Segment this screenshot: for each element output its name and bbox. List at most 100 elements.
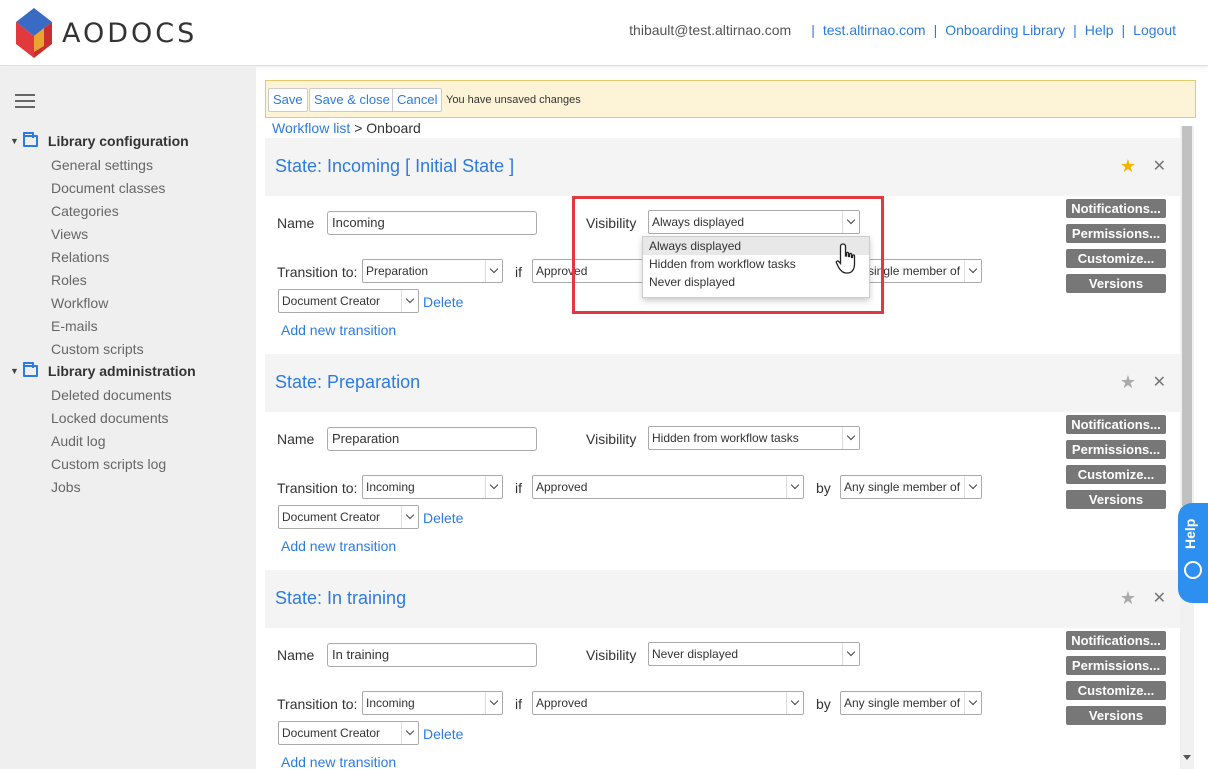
sidebar-item-roles[interactable]: Roles: [51, 272, 87, 288]
help-tab-label: Help: [1182, 518, 1198, 549]
breadcrumb: Workflow list > Onboard: [272, 120, 421, 136]
help-tab[interactable]: Help: [1178, 503, 1208, 603]
chevron-down-icon[interactable]: [485, 476, 502, 498]
state-name-input[interactable]: Preparation: [327, 427, 537, 451]
close-icon[interactable]: ✕: [1153, 156, 1166, 176]
versions-button[interactable]: Versions: [1066, 706, 1166, 725]
transition-target-value: Preparation: [366, 264, 429, 278]
sidebar-group-library-administration[interactable]: ▼ Library administration: [10, 362, 196, 379]
state-header: State: Incoming [ Initial State ] ★ ✕: [265, 138, 1180, 196]
visibility-select[interactable]: Hidden from workflow tasks: [648, 426, 860, 450]
sidebar-item-custom-scripts-log[interactable]: Custom scripts log: [51, 456, 166, 472]
transition-target-select[interactable]: Incoming: [362, 475, 503, 499]
sidebar-item-emails[interactable]: E-mails: [51, 318, 98, 334]
versions-button[interactable]: Versions: [1066, 490, 1166, 509]
add-transition-link[interactable]: Add new transition: [281, 754, 396, 769]
state-header: State: Preparation ★ ✕: [265, 354, 1180, 412]
library-link[interactable]: Onboarding Library: [945, 22, 1065, 38]
logout-link[interactable]: Logout: [1133, 22, 1176, 38]
sidebar-item-document-classes[interactable]: Document classes: [51, 180, 165, 196]
transition-target-value: Incoming: [366, 480, 415, 494]
star-icon[interactable]: ★: [1120, 372, 1136, 393]
by-label: by: [816, 696, 831, 712]
role-select[interactable]: Document Creator: [278, 289, 419, 313]
add-transition-link[interactable]: Add new transition: [281, 538, 396, 554]
brand-name[interactable]: AODOCS: [62, 18, 197, 49]
delete-transition-link[interactable]: Delete: [423, 510, 463, 526]
chevron-down-icon[interactable]: [485, 260, 502, 282]
sidebar-group-library-configuration[interactable]: ▼ Library configuration: [10, 132, 189, 149]
star-icon[interactable]: ★: [1120, 588, 1136, 609]
menu-icon[interactable]: [15, 94, 35, 108]
sidebar-item-general-settings[interactable]: General settings: [51, 157, 153, 173]
if-label: if: [515, 264, 522, 280]
state-title: State: In training: [275, 588, 407, 608]
by-select[interactable]: Any single member of: [840, 691, 982, 715]
sidebar-item-views[interactable]: Views: [51, 226, 88, 242]
nav-separator: |: [1073, 22, 1077, 38]
cancel-button[interactable]: Cancel: [392, 88, 443, 112]
sidebar-item-deleted-documents[interactable]: Deleted documents: [51, 387, 172, 403]
chevron-down-icon[interactable]: [842, 427, 859, 449]
scroll-down-icon[interactable]: [1183, 755, 1191, 760]
customize-button[interactable]: Customize...: [1066, 465, 1166, 484]
main-scrollbar[interactable]: [1180, 126, 1194, 769]
chevron-down-icon[interactable]: [964, 476, 981, 498]
customize-button[interactable]: Customize...: [1066, 681, 1166, 700]
main-content: Save Save & close Cancel You have unsave…: [265, 80, 1196, 769]
caret-down-icon[interactable]: ▼: [10, 136, 19, 146]
help-link[interactable]: Help: [1085, 22, 1114, 38]
transition-target-value: Incoming: [366, 696, 415, 710]
chevron-down-icon[interactable]: [401, 290, 418, 312]
chevron-down-icon[interactable]: [401, 722, 418, 744]
notifications-button[interactable]: Notifications...: [1066, 415, 1166, 434]
transition-target-select[interactable]: Preparation: [362, 259, 503, 283]
role-select[interactable]: Document Creator: [278, 505, 419, 529]
versions-button[interactable]: Versions: [1066, 274, 1166, 293]
state-name-input[interactable]: In training: [327, 643, 537, 667]
sidebar-item-locked-documents[interactable]: Locked documents: [51, 410, 169, 426]
chevron-down-icon[interactable]: [964, 260, 981, 282]
close-icon[interactable]: ✕: [1153, 372, 1166, 392]
permissions-button[interactable]: Permissions...: [1066, 440, 1166, 459]
delete-transition-link[interactable]: Delete: [423, 726, 463, 742]
save-close-button[interactable]: Save & close: [309, 88, 395, 112]
sidebar-item-categories[interactable]: Categories: [51, 203, 119, 219]
notifications-button[interactable]: Notifications...: [1066, 631, 1166, 650]
chevron-down-icon[interactable]: [842, 643, 859, 665]
sidebar-item-audit-log[interactable]: Audit log: [51, 433, 105, 449]
chevron-down-icon[interactable]: [964, 692, 981, 714]
state-name-input[interactable]: Incoming: [327, 211, 537, 235]
aodocs-logo-icon[interactable]: [14, 6, 54, 60]
sidebar-item-relations[interactable]: Relations: [51, 249, 109, 265]
chevron-down-icon[interactable]: [786, 476, 803, 498]
transition-target-select[interactable]: Incoming: [362, 691, 503, 715]
state-body: Name In training Visibility Never displa…: [265, 628, 1180, 769]
chevron-down-icon[interactable]: [485, 692, 502, 714]
star-icon[interactable]: ★: [1120, 156, 1136, 177]
permissions-button[interactable]: Permissions...: [1066, 224, 1166, 243]
customize-button[interactable]: Customize...: [1066, 249, 1166, 268]
role-select[interactable]: Document Creator: [278, 721, 419, 745]
close-icon[interactable]: ✕: [1153, 588, 1166, 608]
sidebar-item-custom-scripts[interactable]: Custom scripts: [51, 341, 144, 357]
breadcrumb-workflow-list[interactable]: Workflow list: [272, 120, 350, 136]
delete-transition-link[interactable]: Delete: [423, 294, 463, 310]
by-label: by: [816, 480, 831, 496]
sidebar-item-workflow[interactable]: Workflow: [51, 295, 108, 311]
save-button[interactable]: Save: [268, 88, 308, 112]
chevron-down-icon[interactable]: [786, 692, 803, 714]
chevron-down-icon[interactable]: [401, 506, 418, 528]
role-value: Document Creator: [282, 510, 381, 524]
notifications-button[interactable]: Notifications...: [1066, 199, 1166, 218]
permissions-button[interactable]: Permissions...: [1066, 656, 1166, 675]
scroll-thumb[interactable]: [1182, 126, 1192, 506]
sidebar-item-jobs[interactable]: Jobs: [51, 479, 81, 495]
domain-link[interactable]: test.altirnao.com: [823, 22, 926, 38]
by-select[interactable]: Any single member of: [840, 475, 982, 499]
condition-select[interactable]: Approved: [532, 475, 804, 499]
condition-select[interactable]: Approved: [532, 691, 804, 715]
caret-down-icon[interactable]: ▼: [10, 366, 19, 376]
visibility-select[interactable]: Never displayed: [648, 642, 860, 666]
add-transition-link[interactable]: Add new transition: [281, 322, 396, 338]
